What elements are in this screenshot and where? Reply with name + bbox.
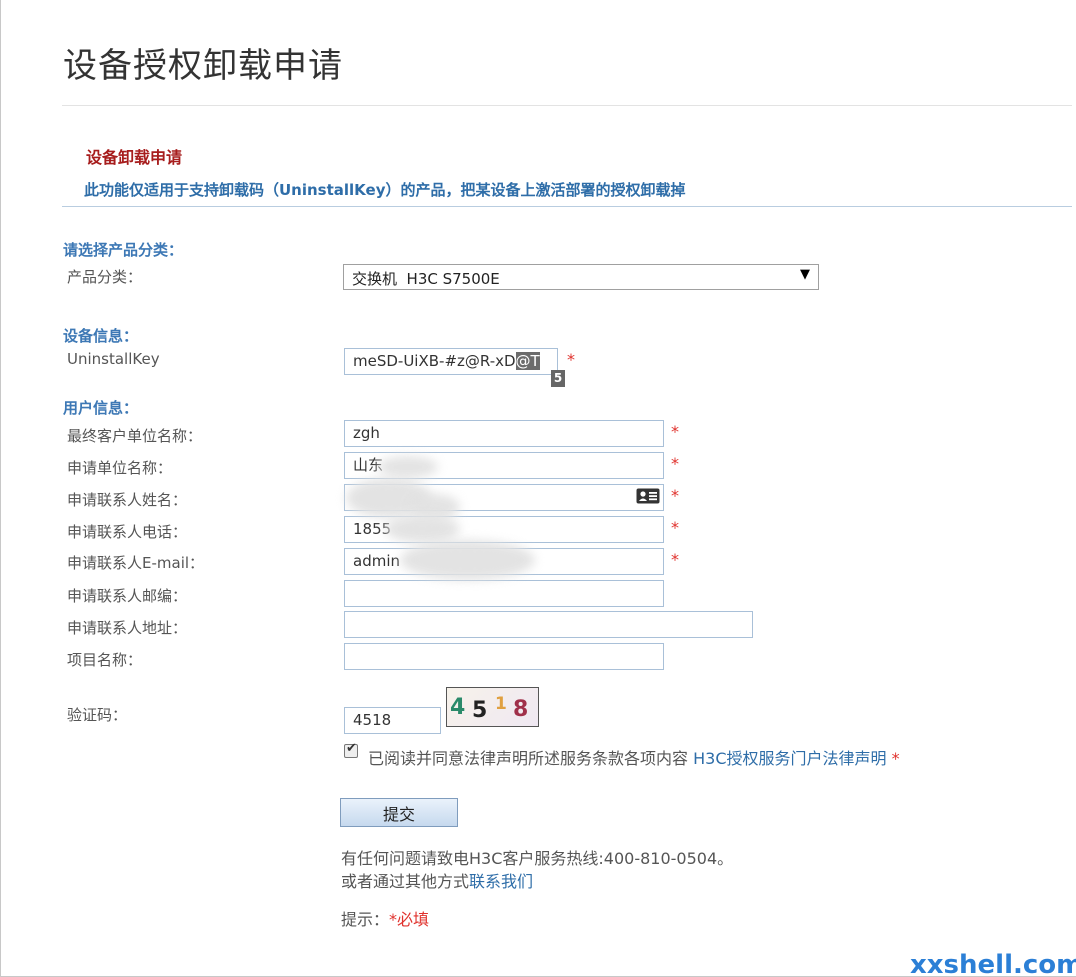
contact-address-input[interactable]: [344, 611, 753, 638]
privacy-blur: [378, 456, 438, 478]
uninstall-key-value: meSD-UiXB-#z@R-xD: [353, 352, 516, 370]
privacy-blur: [400, 540, 535, 580]
hint-prefix: 提示：: [341, 910, 390, 929]
uninstall-key-input[interactable]: meSD-UiXB-#z@R-xD@T: [344, 348, 558, 375]
product-category-label: 产品分类：: [67, 268, 143, 286]
help-hotline: 有任何问题请致电H3C客户服务热线:400-810-0504。: [341, 849, 734, 868]
project-name-input[interactable]: [344, 643, 664, 670]
agreement-required: *: [891, 749, 900, 768]
captcha-char: 8: [513, 697, 529, 722]
captcha-input[interactable]: 4518: [344, 707, 441, 734]
input-tooltip-badge: 5: [551, 370, 565, 387]
contact-name-required: *: [671, 486, 679, 505]
field-label-end-customer: 最终客户单位名称：: [67, 427, 203, 445]
captcha-char: 1: [495, 694, 507, 714]
user-heading: 用户信息：: [63, 399, 139, 417]
uninstall-key-label: UninstallKey: [67, 350, 160, 368]
field-label-applicant-org: 申请单位名称：: [67, 459, 173, 477]
required-hint: 提示：*必填: [341, 906, 429, 930]
privacy-blur: [385, 515, 460, 543]
field-label-contact-phone: 申请联系人电话：: [67, 523, 188, 541]
contact-us-link[interactable]: 联系我们: [469, 872, 533, 891]
captcha-image[interactable]: 4 5 1 8: [446, 687, 539, 727]
field-label-contact-name: 申请联系人姓名：: [67, 491, 188, 509]
triangle-down-icon: ▼: [800, 267, 810, 282]
section-divider: [62, 206, 1072, 207]
contact-phone-required: *: [671, 518, 679, 537]
captcha-label: 验证码：: [67, 706, 128, 724]
captcha-char: 4: [450, 695, 466, 720]
captcha-char: 5: [472, 698, 488, 723]
title-divider: [62, 105, 1072, 106]
agreement-label: 已阅读并同意法律声明所述服务条款各项内容: [368, 749, 689, 768]
help-contact: 或者通过其他方式联系我们: [341, 868, 533, 892]
section-title: 设备卸载申请: [86, 148, 183, 167]
device-heading: 设备信息：: [63, 327, 139, 345]
field-label-contact-zip: 申请联系人邮编：: [67, 587, 188, 605]
uninstall-key-required: *: [567, 350, 575, 369]
section-description: 此功能仅适用于支持卸载码（UninstallKey）的产品，把某设备上激活部署的…: [84, 181, 686, 199]
agree-checkbox[interactable]: [344, 741, 358, 758]
end-customer-input[interactable]: zgh: [344, 420, 664, 447]
contact-zip-input[interactable]: [344, 580, 664, 607]
applicant-org-required: *: [671, 454, 679, 473]
contact-card-icon[interactable]: [636, 488, 660, 504]
product-category-select[interactable]: 交换机 H3C S7500E ▼: [343, 264, 819, 290]
product-heading: 请选择产品分类：: [63, 241, 184, 259]
product-category-value: 交换机 H3C S7500E: [352, 270, 500, 288]
page-title: 设备授权卸载申请: [63, 46, 343, 86]
agreement-text: 已阅读并同意法律声明所述服务条款各项内容 H3C授权服务门户法律声明 *: [368, 745, 900, 769]
hint-required: *必填: [389, 910, 430, 929]
field-label-project-name: 项目名称：: [67, 651, 143, 669]
help-contact-prefix: 或者通过其他方式: [341, 872, 470, 891]
field-label-contact-email: 申请联系人E-mail：: [67, 554, 205, 572]
end-customer-required: *: [671, 422, 679, 441]
field-label-contact-address: 申请联系人地址：: [67, 619, 188, 637]
submit-button[interactable]: 提交: [340, 798, 458, 827]
watermark: xxshell.com: [910, 950, 1076, 977]
legal-statement-link[interactable]: H3C授权服务门户法律声明: [693, 749, 886, 768]
contact-email-required: *: [671, 550, 679, 569]
uninstall-key-selection: @T: [515, 352, 540, 370]
